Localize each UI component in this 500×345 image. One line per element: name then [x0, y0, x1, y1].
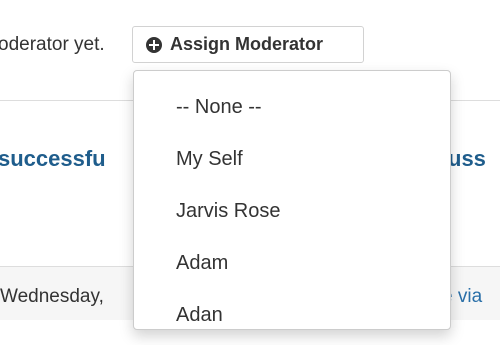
plus-circle-icon: [146, 36, 162, 53]
no-moderator-text: oderator yet.: [0, 34, 105, 55]
dropdown-item-jarvis-rose[interactable]: Jarvis Rose: [134, 189, 450, 241]
post-title-link[interactable]: successfu: [0, 146, 106, 172]
dropdown-item-none[interactable]: -- None --: [134, 85, 450, 137]
dropdown-item-my-self[interactable]: My Self: [134, 137, 450, 189]
dropdown-item-adam[interactable]: Adam: [134, 241, 450, 293]
assign-moderator-button[interactable]: Assign Moderator: [132, 26, 364, 63]
moderator-dropdown-menu: -- None -- My Self Jarvis Rose Adam Adan: [133, 70, 451, 330]
post-date: Wednesday,: [0, 286, 104, 307]
post-title-link-secondary[interactable]: uss: [448, 146, 486, 172]
assign-moderator-label: Assign Moderator: [170, 34, 324, 54]
dropdown-item-adan[interactable]: Adan: [134, 293, 450, 345]
